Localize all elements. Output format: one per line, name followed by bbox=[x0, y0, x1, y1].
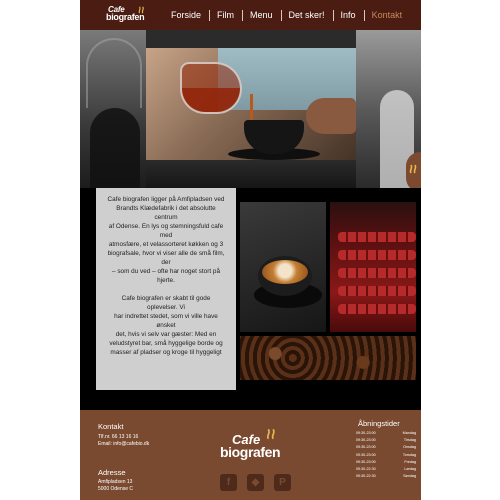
contact-phone[interactable]: Tlf.nr. 66 13 16 16 bbox=[98, 434, 138, 441]
about-paragraph-2: Cafe biografen er skabt til gode oplevel… bbox=[109, 295, 223, 356]
nav-link-kontakt[interactable]: Kontakt bbox=[363, 10, 411, 21]
seat-row bbox=[338, 286, 416, 296]
nav-link-film[interactable]: Film bbox=[209, 10, 242, 21]
map-icon[interactable]: ◆ bbox=[247, 474, 264, 491]
facebook-icon[interactable]: f bbox=[220, 474, 237, 491]
hours-row: 09:30-23:00 Torsdag bbox=[356, 452, 416, 459]
hours-row: 09:30-22:30 Lørdag bbox=[356, 466, 416, 473]
hours-row: 09:30-23:00 Onsdag bbox=[356, 444, 416, 451]
hours-time: 09:30-23:00 bbox=[356, 452, 376, 457]
hours-row: 09:30-23:00 Mandag bbox=[356, 430, 416, 437]
contact-email[interactable]: Email: info@cafebio.dk bbox=[98, 441, 149, 448]
about-paragraph-1: Cafe biografen ligger på Amfipladsen ved… bbox=[107, 196, 225, 284]
coffee-steam-icon bbox=[138, 6, 144, 14]
footer: Kontakt Tlf.nr. 66 13 16 16 Email: info@… bbox=[80, 410, 421, 500]
hours-day: Fredag bbox=[404, 459, 416, 464]
hero-banner bbox=[80, 30, 421, 188]
seat-row bbox=[338, 304, 416, 314]
hours-day: Onsdag bbox=[403, 445, 416, 450]
coffee-steam-icon bbox=[409, 164, 417, 174]
about-textbox: Cafe biografen ligger på Amfipladsen ved… bbox=[96, 188, 236, 390]
latte-foam bbox=[262, 260, 308, 284]
hours-day: Tirsdag bbox=[403, 438, 416, 443]
hero-table bbox=[146, 160, 356, 188]
hero-window-arch bbox=[86, 38, 142, 108]
hours-day: Søndag bbox=[403, 474, 416, 479]
hours-time: 09:30-23:00 bbox=[356, 459, 376, 464]
hours-row: 09:30-23:00 Fredag bbox=[356, 459, 416, 466]
side-tab-button[interactable] bbox=[406, 152, 421, 188]
hero-guest-silhouette bbox=[90, 108, 140, 188]
footer-logo[interactable]: Cafe biografen bbox=[218, 428, 298, 462]
hours-time: 09:30-22:30 bbox=[356, 474, 376, 479]
cinema-seats-image bbox=[330, 202, 416, 332]
hours-row: 09:30-23:00 Tirsdag bbox=[356, 437, 416, 444]
address-title: Adresse bbox=[98, 468, 126, 477]
parking-icon[interactable]: P bbox=[274, 474, 291, 491]
nav-link-det-sker[interactable]: Det sker! bbox=[280, 10, 333, 21]
hours-time: 09:30-22:30 bbox=[356, 467, 376, 472]
hours-day: Torsdag bbox=[402, 452, 416, 457]
address-city: 5000 Odense C bbox=[98, 486, 134, 492]
hours-row: 09:30-22:30 Søndag bbox=[356, 473, 416, 480]
latte-art-image bbox=[240, 202, 326, 332]
page: Cafe biografen Forside Film Menu Det ske… bbox=[80, 0, 421, 500]
hours-time: 09:30-23:00 bbox=[356, 438, 376, 443]
seat-row bbox=[338, 250, 416, 260]
nav-link-info[interactable]: Info bbox=[332, 10, 364, 21]
contact-title: Kontakt bbox=[98, 422, 124, 431]
header-logo[interactable]: Cafe biografen bbox=[106, 5, 148, 26]
hero-hand bbox=[306, 98, 356, 134]
nav-link-menu[interactable]: Menu bbox=[242, 10, 281, 21]
coffee-steam-icon bbox=[266, 428, 275, 440]
hours-title: Åbningstider bbox=[358, 419, 400, 428]
hours-day: Mandag bbox=[402, 431, 416, 435]
hero-photo-pouring-tea bbox=[146, 48, 356, 188]
footer-logo-bottom: biografen bbox=[220, 444, 281, 460]
nav-links: Forside Film Menu Det sker! Info Kontakt bbox=[163, 0, 410, 30]
hero-kettle bbox=[180, 62, 242, 114]
info-section: Cafe biografen ligger på Amfipladsen ved… bbox=[80, 188, 421, 410]
opening-hours: 09:30-23:00 Mandag 09:30-23:00 Tirsdag 09:… bbox=[356, 430, 416, 480]
hours-time: 09:30-23:00 bbox=[356, 431, 376, 435]
hours-time: 09:30-23:00 bbox=[356, 445, 376, 450]
nav-link-forside[interactable]: Forside bbox=[163, 10, 209, 20]
seat-row bbox=[338, 268, 416, 278]
seat-row bbox=[338, 232, 416, 242]
address-street: Amfipladsen 13 bbox=[98, 479, 133, 485]
social-links: f ◆ P bbox=[220, 474, 291, 491]
hours-day: Lørdag bbox=[404, 467, 416, 472]
coffee-beans-image bbox=[240, 336, 416, 380]
top-navigation: Cafe biografen Forside Film Menu Det ske… bbox=[80, 0, 421, 30]
